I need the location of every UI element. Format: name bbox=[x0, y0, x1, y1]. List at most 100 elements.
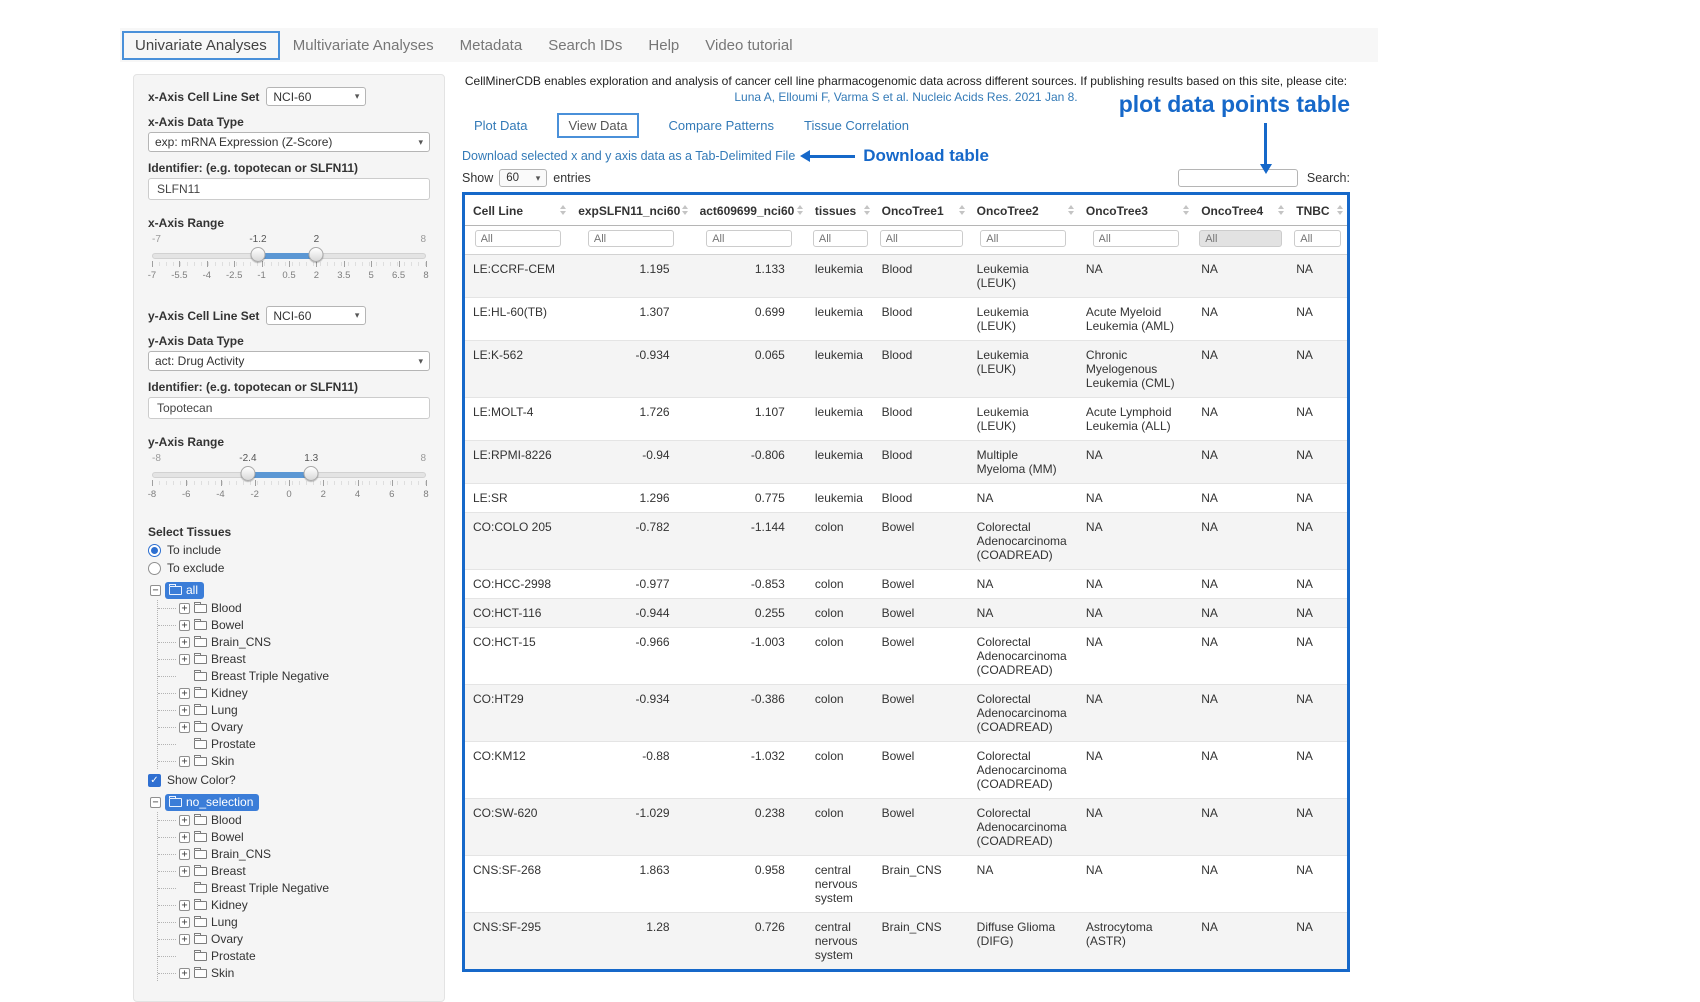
expand-icon[interactable]: + bbox=[179, 934, 190, 945]
sort-icon[interactable] bbox=[959, 205, 965, 215]
filter-input-act609699-nci60[interactable] bbox=[706, 230, 792, 247]
expand-icon[interactable]: + bbox=[179, 688, 190, 699]
selection-tree-item-lung[interactable]: +Lung bbox=[169, 914, 430, 930]
table-row[interactable]: CNS:SF-2951.280.726central nervous syste… bbox=[465, 913, 1347, 970]
sort-icon[interactable] bbox=[682, 205, 688, 215]
x-axis-range-slider[interactable]: -78-1.22-7-5.5-4-2.5-10.523.556.58 bbox=[152, 234, 426, 290]
table-row[interactable]: LE:MOLT-41.7261.107leukemiaBloodLeukemia… bbox=[465, 398, 1347, 441]
x-axis-data-type-select[interactable]: exp: mRNA Expression (Z-Score) ▾ bbox=[148, 132, 430, 152]
sort-icon[interactable] bbox=[797, 205, 803, 215]
table-row[interactable]: CNS:SF-2681.8630.958central nervous syst… bbox=[465, 856, 1347, 913]
table-row[interactable]: LE:K-562-0.9340.065leukemiaBloodLeukemia… bbox=[465, 341, 1347, 398]
table-row[interactable]: LE:SR1.2960.775leukemiaBloodNANANANA bbox=[465, 484, 1347, 513]
expand-icon[interactable]: + bbox=[179, 722, 190, 733]
include-tree-item-ovary[interactable]: +Ovary bbox=[169, 719, 430, 735]
nav-item-help[interactable]: Help bbox=[635, 31, 692, 60]
x-axis-identifier-input[interactable] bbox=[148, 178, 430, 200]
selection-tree-item-prostate[interactable]: Prostate bbox=[169, 948, 430, 964]
selection-tree-item-breast[interactable]: +Breast bbox=[169, 863, 430, 879]
citation-link[interactable]: Luna A, Elloumi F, Varma S et al. Nuclei… bbox=[734, 90, 1077, 104]
expand-icon[interactable]: + bbox=[179, 603, 190, 614]
include-tree-item-breast[interactable]: +Breast bbox=[169, 651, 430, 667]
sort-icon[interactable] bbox=[560, 205, 566, 215]
table-row[interactable]: CO:HCC-2998-0.977-0.853colonBowelNANANAN… bbox=[465, 570, 1347, 599]
include-tree-item-brain-cns[interactable]: +Brain_CNS bbox=[169, 634, 430, 650]
nav-item-metadata[interactable]: Metadata bbox=[447, 31, 536, 60]
expand-icon[interactable]: + bbox=[179, 849, 190, 860]
table-row[interactable]: CO:COLO 205-0.782-1.144colonBowelColorec… bbox=[465, 513, 1347, 570]
tissues-include-radio[interactable]: To include bbox=[148, 543, 430, 557]
filter-input-tnbc[interactable] bbox=[1294, 230, 1341, 247]
table-row[interactable]: CO:HT29-0.934-0.386colonBowelColorectal … bbox=[465, 685, 1347, 742]
sort-icon[interactable] bbox=[864, 205, 870, 215]
filter-input-tissues[interactable] bbox=[813, 230, 868, 247]
include-tree-item-lung[interactable]: +Lung bbox=[169, 702, 430, 718]
expand-icon[interactable]: + bbox=[179, 968, 190, 979]
include-tree-item-blood[interactable]: +Blood bbox=[169, 600, 430, 616]
x-axis-cell-line-set-select[interactable]: NCI-60 ▾ bbox=[266, 87, 366, 106]
col-header-expslfn11-nci60[interactable]: expSLFN11_nci60 bbox=[570, 195, 691, 226]
expand-icon[interactable]: + bbox=[179, 900, 190, 911]
expand-icon[interactable]: + bbox=[179, 756, 190, 767]
col-header-cell-line[interactable]: Cell Line bbox=[465, 195, 570, 226]
tab-tissue-correlation[interactable]: Tissue Correlation bbox=[804, 118, 909, 133]
include-tree-item-bowel[interactable]: +Bowel bbox=[169, 617, 430, 633]
selection-tree-item-skin[interactable]: +Skin bbox=[169, 965, 430, 981]
search-input[interactable] bbox=[1178, 169, 1298, 187]
y-axis-range-slider[interactable]: -88-2.41.3-8-6-4-202468 bbox=[152, 453, 426, 509]
x-slider-handle-from[interactable] bbox=[250, 247, 265, 262]
y-axis-identifier-input[interactable] bbox=[148, 397, 430, 419]
col-header-act609699-nci60[interactable]: act609699_nci60 bbox=[692, 195, 807, 226]
filter-input-oncotree4[interactable] bbox=[1199, 230, 1282, 247]
col-header-tnbc[interactable]: TNBC bbox=[1288, 195, 1347, 226]
y-axis-data-type-select[interactable]: act: Drug Activity ▾ bbox=[148, 351, 430, 371]
sort-icon[interactable] bbox=[1337, 205, 1343, 215]
selection-tree-item-kidney[interactable]: +Kidney bbox=[169, 897, 430, 913]
col-header-oncotree2[interactable]: OncoTree2 bbox=[969, 195, 1078, 226]
col-header-tissues[interactable]: tissues bbox=[807, 195, 874, 226]
expand-icon[interactable]: + bbox=[179, 917, 190, 928]
include-collapse-icon[interactable]: − bbox=[150, 585, 161, 596]
selection-tree-item-blood[interactable]: +Blood bbox=[169, 812, 430, 828]
filter-input-oncotree3[interactable] bbox=[1093, 230, 1179, 247]
selection-tree-item-ovary[interactable]: +Ovary bbox=[169, 931, 430, 947]
y-axis-cell-line-set-select[interactable]: NCI-60 ▾ bbox=[266, 306, 366, 325]
table-row[interactable]: LE:RPMI-8226-0.94-0.806leukemiaBloodMult… bbox=[465, 441, 1347, 484]
expand-icon[interactable]: + bbox=[179, 705, 190, 716]
nav-item-univariate-analyses[interactable]: Univariate Analyses bbox=[122, 31, 280, 60]
table-row[interactable]: CO:HCT-15-0.966-1.003colonBowelColorecta… bbox=[465, 628, 1347, 685]
selection-tree-item-brain-cns[interactable]: +Brain_CNS bbox=[169, 846, 430, 862]
sort-icon[interactable] bbox=[1278, 205, 1284, 215]
tab-plot-data[interactable]: Plot Data bbox=[474, 118, 527, 133]
include-tree-root[interactable]: all bbox=[165, 582, 204, 599]
expand-icon[interactable]: + bbox=[179, 832, 190, 843]
table-row[interactable]: LE:HL-60(TB)1.3070.699leukemiaBloodLeuke… bbox=[465, 298, 1347, 341]
filter-input-oncotree2[interactable] bbox=[980, 230, 1066, 247]
expand-icon[interactable]: + bbox=[179, 866, 190, 877]
sort-icon[interactable] bbox=[1068, 205, 1074, 215]
entries-select[interactable]: 60 ▾ bbox=[499, 169, 547, 187]
include-tree-item-kidney[interactable]: +Kidney bbox=[169, 685, 430, 701]
table-row[interactable]: LE:CCRF-CEM1.1951.133leukemiaBloodLeukem… bbox=[465, 255, 1347, 298]
x-slider-handle-to[interactable] bbox=[309, 247, 324, 262]
selection-tree-root[interactable]: no_selection bbox=[165, 794, 259, 811]
expand-icon[interactable]: + bbox=[179, 637, 190, 648]
y-slider-handle-to[interactable] bbox=[304, 466, 319, 481]
tab-compare-patterns[interactable]: Compare Patterns bbox=[669, 118, 775, 133]
selection-tree-item-breast-triple-negative[interactable]: Breast Triple Negative bbox=[169, 880, 430, 896]
include-tree-item-skin[interactable]: +Skin bbox=[169, 753, 430, 769]
sort-icon[interactable] bbox=[1183, 205, 1189, 215]
filter-input-expslfn11-nci60[interactable] bbox=[588, 230, 674, 247]
selection-tree-item-bowel[interactable]: +Bowel bbox=[169, 829, 430, 845]
include-tree-item-breast-triple-negative[interactable]: Breast Triple Negative bbox=[169, 668, 430, 684]
show-color-checkbox[interactable]: ✓ Show Color? bbox=[148, 773, 430, 787]
nav-item-search-ids[interactable]: Search IDs bbox=[535, 31, 635, 60]
expand-icon[interactable]: + bbox=[179, 654, 190, 665]
selection-collapse-icon[interactable]: − bbox=[150, 797, 161, 808]
table-row[interactable]: CO:KM12-0.88-1.032colonBowelColorectal A… bbox=[465, 742, 1347, 799]
expand-icon[interactable]: + bbox=[179, 620, 190, 631]
expand-icon[interactable]: + bbox=[179, 815, 190, 826]
y-slider-handle-from[interactable] bbox=[240, 466, 255, 481]
table-row[interactable]: CO:SW-620-1.0290.238colonBowelColorectal… bbox=[465, 799, 1347, 856]
include-tree-item-prostate[interactable]: Prostate bbox=[169, 736, 430, 752]
